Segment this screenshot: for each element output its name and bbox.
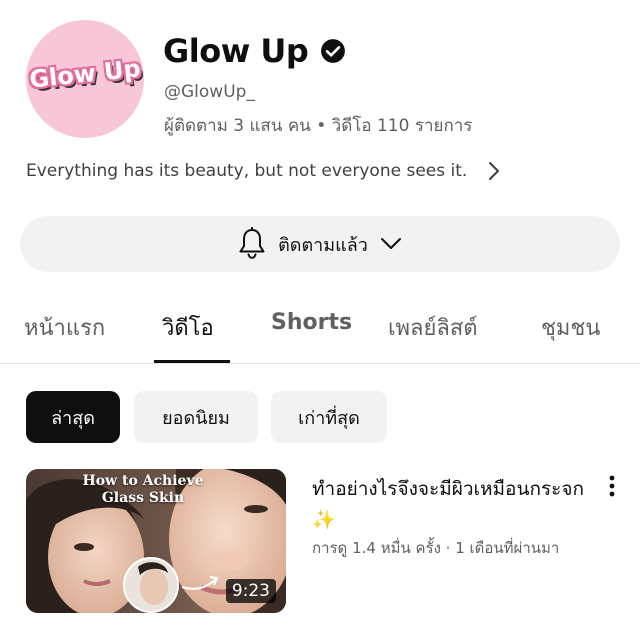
- channel-name: Glow Up: [163, 32, 309, 70]
- tab-shorts[interactable]: Shorts: [271, 310, 352, 335]
- channel-avatar[interactable]: Glow Up: [26, 20, 144, 138]
- channel-handle: @GlowUp_: [164, 82, 255, 102]
- subscribe-button[interactable]: ติดตามแล้ว: [20, 216, 620, 272]
- video-title[interactable]: ทำอย่างไรจึงจะมีผิวเหมือนกระจก ✨: [312, 474, 587, 536]
- thumbnail-title-text: How to Achieve Glass Skin: [82, 473, 204, 506]
- more-options-icon[interactable]: [602, 474, 622, 500]
- tab-community[interactable]: ชุมชน: [541, 310, 600, 345]
- channel-description[interactable]: Everything has its beauty, but not every…: [26, 158, 616, 184]
- tab-playlists[interactable]: เพลย์ลิสต์: [388, 310, 478, 345]
- chevron-right-icon: [489, 162, 500, 180]
- bell-icon: [239, 227, 265, 259]
- channel-tabs: หน้าแรก วิดีโอ Shorts เพลย์ลิสต์ ชุมชน: [0, 300, 640, 364]
- tab-videos[interactable]: วิดีโอ: [162, 310, 214, 345]
- video-duration-badge: 9:23: [225, 579, 276, 603]
- verified-icon: [321, 39, 346, 63]
- video-meta: การดู 1.4 หมื่น ครั้ง · 1 เดือนที่ผ่านมา: [312, 539, 560, 557]
- tabs-divider: [0, 363, 640, 364]
- chevron-down-icon: [380, 238, 401, 249]
- filter-chip-oldest[interactable]: เก่าที่สุด: [271, 391, 387, 443]
- filter-chip-latest[interactable]: ล่าสุด: [26, 391, 120, 443]
- avatar-logo-text: Glow Up: [28, 54, 142, 94]
- tab-home[interactable]: หน้าแรก: [24, 310, 105, 345]
- filter-chip-popular[interactable]: ยอดนิยม: [134, 391, 258, 443]
- video-thumbnail[interactable]: How to Achieve Glass Skin 9:23: [26, 469, 286, 613]
- channel-stats: ผู้ติดตาม 3 แสน คน • วิดีโอ 110 รายการ: [164, 116, 473, 136]
- channel-title-row: Glow Up: [163, 28, 346, 74]
- description-text: Everything has its beauty, but not every…: [26, 161, 468, 181]
- subscribe-label: ติดตามแล้ว: [278, 234, 368, 256]
